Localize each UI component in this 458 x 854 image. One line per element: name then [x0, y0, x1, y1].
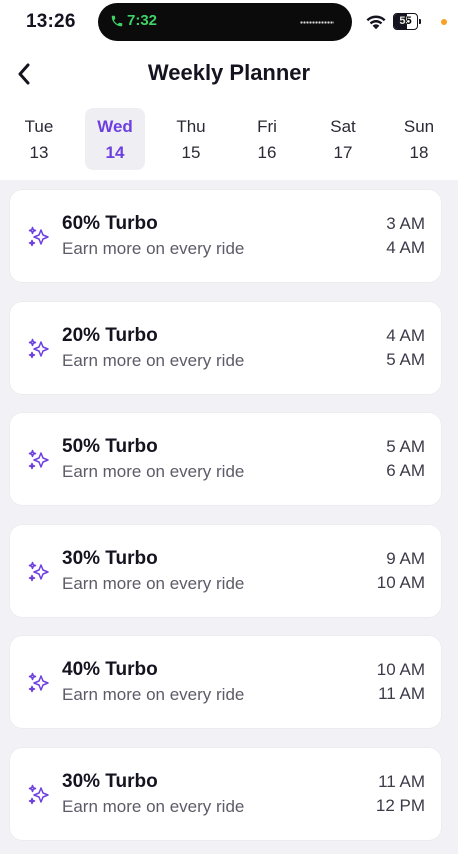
day-tab-sun[interactable]: Sun 18 [389, 108, 449, 170]
start-time: 3 AM [386, 214, 425, 233]
start-time: 9 AM [386, 548, 425, 568]
turbo-card[interactable]: 50% Turbo Earn more on every ride 5 AM 6… [10, 413, 441, 506]
sparkle-icon [28, 338, 49, 358]
day-tab-fri[interactable]: Fri 16 [237, 108, 297, 170]
status-time: 13:26 [26, 11, 76, 32]
sparkle-icon [28, 784, 49, 805]
sparkle-icon [28, 673, 49, 693]
turbo-card[interactable]: 30% Turbo Earn more on every ride 11 AM … [10, 748, 441, 840]
call-indicator[interactable]: 7:32 [110, 12, 157, 29]
battery-tip [419, 19, 421, 24]
end-time: 12 PM [375, 796, 425, 815]
sparkle-icon [28, 226, 49, 247]
day-tab-tue[interactable]: Tue 13 [9, 108, 69, 170]
sparkle-icon [28, 561, 49, 582]
battery-indicator: 55 [393, 13, 418, 30]
day-name: Tue [24, 117, 54, 136]
turbo-subtitle: Earn more on every ride [62, 573, 245, 593]
day-name: Sun [403, 117, 435, 136]
start-time: 10 AM [376, 660, 425, 680]
turbo-card[interactable]: 40% Turbo Earn more on every ride 10 AM … [10, 636, 441, 729]
phone-icon [111, 15, 123, 26]
end-time: 4 AM [386, 238, 425, 257]
turbo-title: 60% Turbo [62, 213, 158, 234]
day-name: Sat [330, 117, 356, 136]
turbo-subtitle: Earn more on every ride [62, 239, 245, 258]
turbo-subtitle: Earn more on every ride [62, 350, 245, 370]
turbo-card[interactable]: 20% Turbo Earn more on every ride 4 AM 5… [10, 301, 441, 394]
end-time: 11 AM [378, 684, 425, 704]
day-selector: Tue 13 Wed 14 Thu 15 Fri 16 Sat 17 Sun 1… [0, 108, 458, 174]
waveform-indicator [300, 21, 334, 24]
start-time: 11 AM [378, 772, 425, 791]
turbo-card[interactable]: 30% Turbo Earn more on every ride 9 AM 1… [10, 524, 441, 617]
turbo-title: 30% Turbo [62, 547, 158, 569]
start-time: 4 AM [386, 325, 425, 345]
day-name: Thu [176, 117, 206, 136]
status-bar: 13:26 7:32 55 [0, 0, 458, 46]
day-date: 13 [29, 143, 49, 162]
start-time: 5 AM [386, 437, 425, 457]
day-date: 15 [181, 143, 201, 162]
page-title: Weekly Planner [147, 60, 311, 85]
turbo-title: 30% Turbo [62, 771, 158, 792]
turbo-subtitle: Earn more on every ride [62, 462, 245, 482]
day-date: 17 [333, 143, 353, 162]
end-time: 5 AM [386, 349, 425, 369]
turbo-card[interactable]: 60% Turbo Earn more on every ride 3 AM 4… [10, 190, 441, 282]
day-tab-wed[interactable]: Wed 14 [85, 108, 145, 170]
day-tab-sat[interactable]: Sat 17 [313, 108, 373, 170]
turbo-list[interactable]: 60% Turbo Earn more on every ride 3 AM 4… [0, 180, 458, 854]
call-duration: 7:32 [127, 12, 158, 29]
wifi-icon [366, 15, 386, 30]
day-date: 16 [257, 143, 277, 162]
day-name: Wed [97, 117, 133, 136]
turbo-title: 50% Turbo [62, 436, 158, 458]
end-time: 6 AM [386, 461, 425, 481]
turbo-title: 20% Turbo [62, 324, 158, 346]
turbo-subtitle: Earn more on every ride [62, 685, 245, 705]
dynamic-island[interactable]: 7:32 [98, 3, 352, 41]
turbo-subtitle: Earn more on every ride [62, 797, 245, 816]
battery-percent: 55 [399, 15, 412, 27]
end-time: 10 AM [376, 572, 425, 592]
privacy-indicator-dot [441, 19, 447, 25]
turbo-title: 40% Turbo [62, 659, 158, 681]
navigation-header: Weekly Planner [0, 52, 458, 96]
day-tab-thu[interactable]: Thu 15 [161, 108, 221, 170]
day-name: Fri [257, 117, 277, 136]
day-date: 18 [409, 143, 429, 162]
day-date: 14 [105, 143, 125, 162]
sparkle-icon [28, 449, 49, 470]
